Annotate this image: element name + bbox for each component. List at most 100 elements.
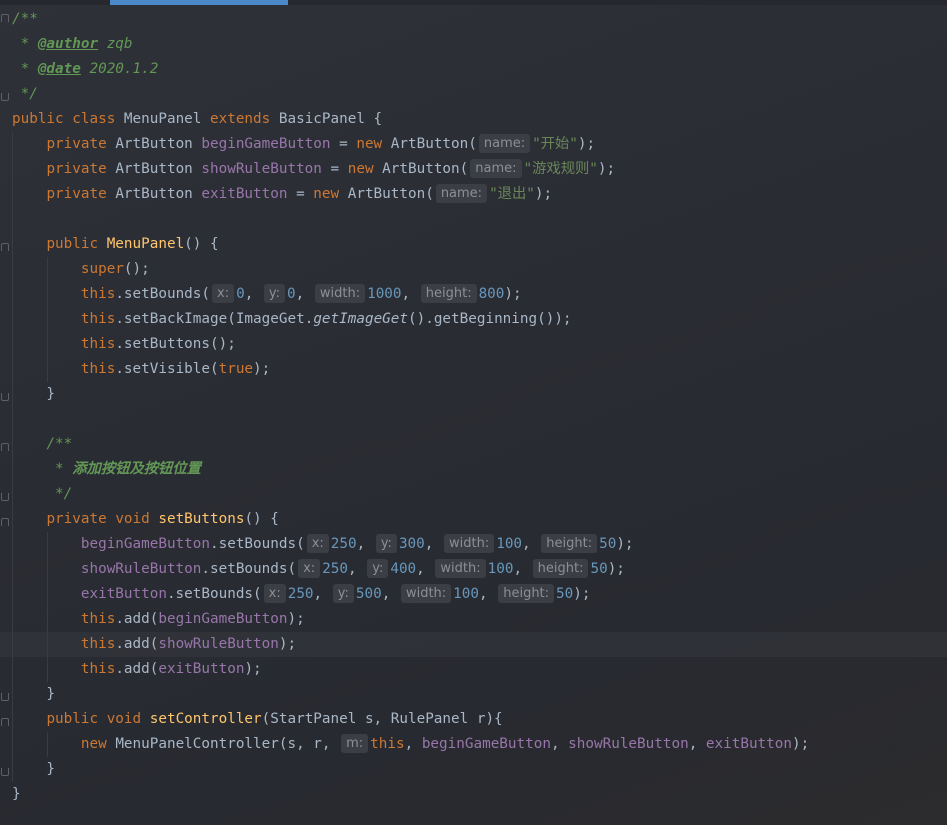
code-line[interactable]: public MenuPanel() {	[0, 232, 947, 257]
active-tab-indicator[interactable]	[110, 0, 288, 5]
code-line[interactable]: this.setBackImage(ImageGet.getImageGet()…	[0, 307, 947, 332]
keyword: public	[46, 711, 99, 727]
keyword: this	[80, 636, 116, 652]
code-line[interactable]: private void setButtons() {	[0, 507, 947, 532]
comment-close: */	[46, 486, 73, 502]
keyword: new	[313, 186, 340, 202]
parameter-hint: x:	[263, 584, 286, 603]
code-line[interactable]: }	[0, 757, 947, 782]
code-line[interactable]: * 添加按钮及按钮位置	[0, 457, 947, 482]
constructor-name: MenuPanel	[106, 236, 185, 252]
code-line[interactable]: this.setButtons();	[0, 332, 947, 357]
static-method: getImageGet	[313, 311, 408, 327]
type-name: ArtButton	[347, 186, 426, 202]
keyword: this	[80, 361, 116, 377]
field-name: exitButton	[80, 586, 167, 602]
keyword: new	[347, 161, 374, 177]
comment-open: /**	[12, 11, 38, 27]
number-literal: 50	[599, 536, 617, 552]
code-line[interactable]: new MenuPanelController(s, r, m: this, be…	[0, 732, 947, 757]
field-name: beginGameButton	[80, 536, 210, 552]
comment-text: 添加按钮及按钮位置	[72, 461, 201, 477]
keyword: this	[80, 611, 116, 627]
code-line[interactable]: public void setController(StartPanel s, …	[0, 707, 947, 732]
code-line[interactable]	[0, 207, 947, 232]
code-line[interactable]: * @author zqb	[0, 32, 947, 57]
parameter-hint: y:	[367, 559, 389, 578]
code-line[interactable]: showRuleButton.setBounds(x: 250, y: 400, w…	[0, 557, 947, 582]
keyword: private	[46, 161, 107, 177]
keyword: private	[46, 136, 107, 152]
type-name: ArtButton	[115, 161, 193, 177]
code-line[interactable]: this.setBounds(x: 0, y: 0, width: 1000, hei…	[0, 282, 947, 307]
keyword: this	[80, 336, 116, 352]
code-line[interactable]: private ArtButton beginGameButton = new …	[0, 132, 947, 157]
number-literal: 0	[236, 286, 245, 302]
parameter-hint: m:	[341, 734, 369, 753]
code-text: ().getBeginning());	[408, 311, 572, 327]
code-line[interactable]: }	[0, 382, 947, 407]
code-line[interactable]: }	[0, 682, 947, 707]
parameter-hint: height:	[498, 584, 555, 603]
keyword: private	[46, 511, 107, 527]
keyword: public	[46, 236, 99, 252]
code-line[interactable]: this.add(beginGameButton);	[0, 607, 947, 632]
code-line[interactable]: super();	[0, 257, 947, 282]
keyword: this	[370, 736, 405, 752]
parent-class: BasicPanel {	[278, 111, 383, 127]
parameter-hint: height:	[420, 284, 477, 303]
code-line[interactable]: */	[0, 82, 947, 107]
number-literal: 50	[556, 586, 574, 602]
parameter-hint: y:	[375, 534, 397, 553]
method-name: setController	[149, 711, 262, 727]
number-literal: 400	[390, 561, 417, 577]
field-name: showRuleButton	[568, 736, 689, 752]
type-name: ArtButton	[115, 186, 193, 202]
code-line[interactable]: this.add(exitButton);	[0, 657, 947, 682]
parameter-hint: height:	[532, 559, 589, 578]
parameter-hint: width:	[444, 534, 495, 553]
code-line[interactable]: private ArtButton exitButton = new ArtBu…	[0, 182, 947, 207]
code-line[interactable]: /**	[0, 432, 947, 457]
parameter-hint: x:	[306, 534, 329, 553]
parameter-hint: y:	[263, 284, 286, 303]
code-line[interactable]: */	[0, 482, 947, 507]
code-line[interactable]	[0, 407, 947, 432]
parameter-hint: name:	[470, 159, 522, 178]
code-line[interactable]: this.setVisible(true);	[0, 357, 947, 382]
keyword: class	[72, 111, 116, 127]
class-reference: ImageGet	[235, 311, 305, 327]
code-line[interactable]: exitButton.setBounds(x: 250, y: 500, width…	[0, 582, 947, 607]
keyword: extends	[210, 111, 271, 127]
keyword: true	[218, 361, 254, 377]
code-line[interactable]: }	[0, 782, 947, 807]
code-line[interactable]: /**	[0, 7, 947, 32]
code-area[interactable]: /** * @author zqb * @date 2020.1.2 */ pu…	[0, 7, 947, 807]
parameter-hint: width:	[435, 559, 486, 578]
javadoc-author-tag: @author	[37, 36, 99, 52]
string-literal: "退出"	[489, 186, 535, 202]
parameter-hint: x:	[212, 284, 235, 303]
number-literal: 250	[330, 536, 357, 552]
field-name: beginGameButton	[421, 736, 551, 752]
code-line[interactable]: * @date 2020.1.2	[0, 57, 947, 82]
keyword: this	[80, 286, 116, 302]
number-literal: 100	[487, 561, 514, 577]
number-literal: 500	[355, 586, 382, 602]
field-name: showRuleButton	[201, 161, 322, 177]
code-line-current[interactable]: this.add(showRuleButton);	[0, 632, 947, 657]
code-editor[interactable]: /** * @author zqb * @date 2020.1.2 */ pu…	[0, 0, 947, 825]
field-name: beginGameButton	[201, 136, 331, 152]
field-name: exitButton	[158, 661, 245, 677]
number-literal: 800	[478, 286, 505, 302]
comment-prefix: *	[12, 36, 38, 52]
code-line[interactable]: private ArtButton showRuleButton = new A…	[0, 157, 947, 182]
code-line[interactable]: beginGameButton.setBounds(x: 250, y: 300, …	[0, 532, 947, 557]
comment-open: /**	[46, 436, 73, 452]
keyword: private	[46, 186, 107, 202]
field-name: beginGameButton	[158, 611, 288, 627]
code-line[interactable]: public class MenuPanel extends BasicPane…	[0, 107, 947, 132]
class-name: MenuPanel	[123, 111, 202, 127]
javadoc-date-value: 2020.1.2	[80, 61, 159, 77]
keyword: this	[80, 311, 116, 327]
